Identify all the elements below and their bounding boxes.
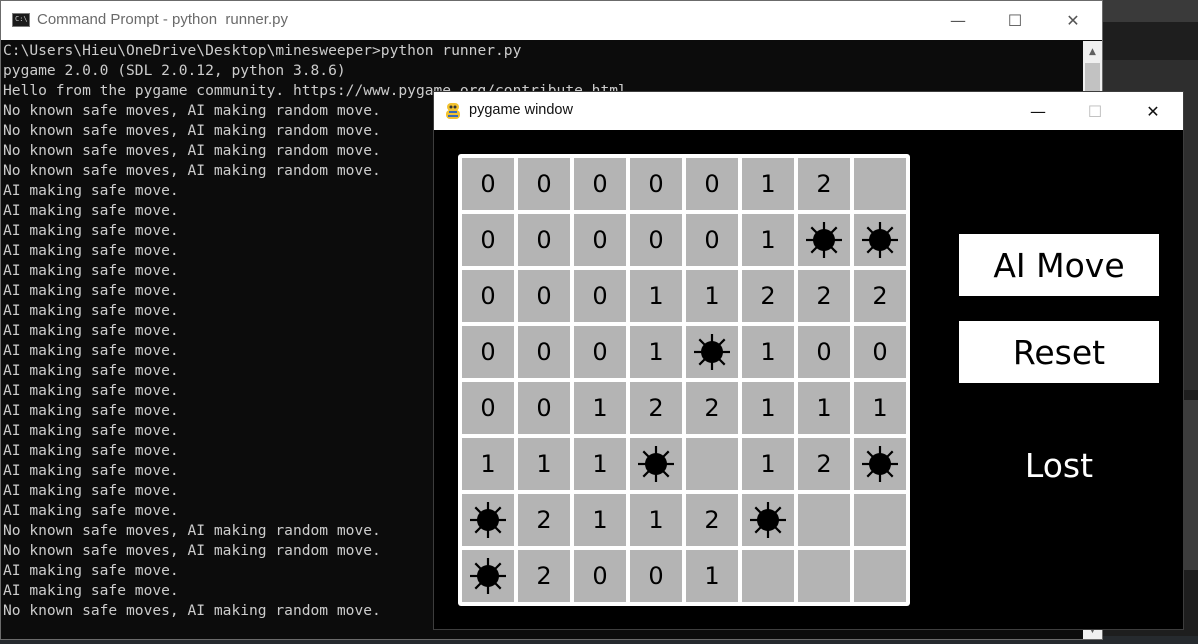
- revealed-cell[interactable]: 0: [574, 158, 626, 210]
- cmd-close-button[interactable]: ✕: [1044, 1, 1102, 40]
- revealed-cell[interactable]: 1: [686, 270, 738, 322]
- revealed-cell[interactable]: 0: [630, 214, 682, 266]
- minesweeper-board: 0000012000001000112220001100001221111111…: [458, 154, 910, 606]
- revealed-cell[interactable]: 2: [686, 382, 738, 434]
- revealed-cell[interactable]: 0: [518, 326, 570, 378]
- revealed-cell[interactable]: 1: [742, 214, 794, 266]
- hidden-cell[interactable]: [854, 494, 906, 546]
- revealed-cell[interactable]: 2: [798, 270, 850, 322]
- revealed-cell[interactable]: 0: [574, 550, 626, 602]
- mine-cell[interactable]: [686, 326, 738, 378]
- pygame-minimize-button[interactable]: —: [1009, 92, 1067, 130]
- ai-move-button[interactable]: AI Move: [959, 234, 1159, 296]
- revealed-cell[interactable]: 0: [462, 214, 514, 266]
- revealed-cell[interactable]: 2: [798, 158, 850, 210]
- revealed-cell[interactable]: 2: [686, 494, 738, 546]
- revealed-cell[interactable]: 0: [518, 214, 570, 266]
- revealed-cell[interactable]: 1: [574, 382, 626, 434]
- cmd-titlebar[interactable]: C:\ Command Prompt - python runner.py — …: [1, 1, 1102, 40]
- revealed-cell[interactable]: 1: [798, 382, 850, 434]
- revealed-cell[interactable]: 1: [854, 382, 906, 434]
- cmd-minimize-button[interactable]: —: [929, 1, 987, 40]
- mine-icon: [694, 334, 730, 370]
- cmd-title: Command Prompt - python runner.py: [37, 11, 288, 28]
- pygame-snake-icon: [446, 103, 460, 119]
- pygame-close-button[interactable]: ✕: [1124, 92, 1182, 130]
- revealed-cell[interactable]: 0: [574, 270, 626, 322]
- revealed-cell[interactable]: 1: [742, 438, 794, 490]
- revealed-cell[interactable]: 2: [742, 270, 794, 322]
- cmd-icon: C:\: [12, 13, 30, 27]
- pygame-title: pygame window: [469, 102, 573, 118]
- revealed-cell[interactable]: 0: [574, 326, 626, 378]
- revealed-cell[interactable]: 0: [518, 270, 570, 322]
- revealed-cell[interactable]: 2: [854, 270, 906, 322]
- reset-button[interactable]: Reset: [959, 321, 1159, 383]
- cmd-maximize-button[interactable]: ☐: [986, 1, 1044, 40]
- revealed-cell[interactable]: 0: [686, 214, 738, 266]
- revealed-cell[interactable]: 0: [462, 270, 514, 322]
- mine-cell[interactable]: [742, 494, 794, 546]
- revealed-cell[interactable]: 2: [630, 382, 682, 434]
- revealed-cell[interactable]: 1: [742, 326, 794, 378]
- revealed-cell[interactable]: 1: [686, 550, 738, 602]
- pygame-maximize-button[interactable]: ☐: [1066, 92, 1124, 130]
- revealed-cell[interactable]: 1: [574, 494, 626, 546]
- hidden-cell[interactable]: [854, 550, 906, 602]
- mine-icon: [470, 558, 506, 594]
- mine-cell[interactable]: [798, 214, 850, 266]
- revealed-cell[interactable]: 1: [630, 326, 682, 378]
- revealed-cell[interactable]: 0: [574, 214, 626, 266]
- mine-cell[interactable]: [854, 438, 906, 490]
- mine-cell[interactable]: [630, 438, 682, 490]
- revealed-cell[interactable]: 2: [518, 494, 570, 546]
- mine-icon: [862, 222, 898, 258]
- hidden-cell[interactable]: [686, 438, 738, 490]
- mine-icon: [750, 502, 786, 538]
- game-status: Lost: [1024, 445, 1094, 485]
- hidden-cell[interactable]: [854, 158, 906, 210]
- terminal-line: pygame 2.0.0 (SDL 2.0.12, python 3.8.6): [3, 62, 346, 79]
- mine-icon: [470, 502, 506, 538]
- revealed-cell[interactable]: 1: [742, 382, 794, 434]
- revealed-cell[interactable]: 1: [574, 438, 626, 490]
- terminal-line: C:\Users\Hieu\OneDrive\Desktop\minesweep…: [3, 42, 522, 59]
- revealed-cell[interactable]: 0: [518, 158, 570, 210]
- revealed-cell[interactable]: 2: [518, 550, 570, 602]
- hidden-cell[interactable]: [798, 550, 850, 602]
- mine-icon: [638, 446, 674, 482]
- scroll-up-arrow-icon[interactable]: ▲: [1083, 43, 1102, 61]
- revealed-cell[interactable]: 0: [630, 550, 682, 602]
- revealed-cell[interactable]: 0: [630, 158, 682, 210]
- revealed-cell[interactable]: 0: [854, 326, 906, 378]
- revealed-cell[interactable]: 1: [630, 494, 682, 546]
- mine-icon: [862, 446, 898, 482]
- revealed-cell[interactable]: 1: [742, 158, 794, 210]
- mine-cell[interactable]: [462, 494, 514, 546]
- revealed-cell[interactable]: 2: [798, 438, 850, 490]
- pygame-titlebar[interactable]: pygame window — ☐ ✕: [434, 92, 1183, 130]
- hidden-cell[interactable]: [742, 550, 794, 602]
- pygame-window: pygame window — ☐ ✕ 00000120000010001122…: [433, 91, 1184, 630]
- revealed-cell[interactable]: 0: [462, 158, 514, 210]
- mine-icon: [806, 222, 842, 258]
- revealed-cell[interactable]: 1: [518, 438, 570, 490]
- revealed-cell[interactable]: 1: [630, 270, 682, 322]
- revealed-cell[interactable]: 0: [798, 326, 850, 378]
- revealed-cell[interactable]: 0: [462, 326, 514, 378]
- revealed-cell[interactable]: 1: [462, 438, 514, 490]
- revealed-cell[interactable]: 0: [686, 158, 738, 210]
- mine-cell[interactable]: [854, 214, 906, 266]
- mine-cell[interactable]: [462, 550, 514, 602]
- revealed-cell[interactable]: 0: [518, 382, 570, 434]
- revealed-cell[interactable]: 0: [462, 382, 514, 434]
- hidden-cell[interactable]: [798, 494, 850, 546]
